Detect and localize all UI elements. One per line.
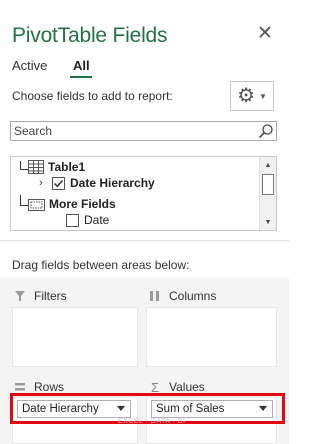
filters-area-header: Filters <box>14 289 67 303</box>
search-field[interactable] <box>10 121 277 141</box>
filters-drop-zone[interactable] <box>12 307 138 367</box>
checkmark-icon <box>53 179 64 187</box>
values-label: Values <box>169 380 205 394</box>
scroll-down-icon[interactable]: ▼ <box>260 215 276 229</box>
date-hierarchy-checkbox[interactable] <box>52 176 65 190</box>
tree-item-table1[interactable]: Table1 <box>28 160 85 174</box>
close-icon[interactable]: ✕ <box>256 24 274 44</box>
field-list-scrollbar[interactable]: ▲ ▼ <box>259 157 276 230</box>
sigma-icon: Σ <box>150 379 160 395</box>
table-name-label: Table1 <box>48 160 86 174</box>
values-area-header: Σ Values <box>149 379 205 395</box>
tree-item-date-hierarchy[interactable]: › Date Hierarchy <box>36 176 155 190</box>
tab-all[interactable]: All <box>73 58 90 73</box>
tree-connector <box>20 205 28 206</box>
scroll-thumb[interactable] <box>262 174 274 195</box>
choose-fields-label: Choose fields to add to report: <box>12 89 173 103</box>
columns-label: Columns <box>169 289 217 303</box>
settings-button[interactable]: ⚙ ▼ <box>230 81 274 111</box>
tree-connector <box>20 161 21 170</box>
columns-icon <box>150 291 159 301</box>
rows-icon <box>15 383 25 391</box>
section-divider <box>0 240 289 241</box>
rows-area-header: Rows <box>14 380 64 394</box>
search-icon[interactable] <box>258 123 274 139</box>
columns-drop-zone[interactable] <box>146 307 277 367</box>
search-input[interactable] <box>11 122 251 140</box>
rows-label: Rows <box>34 380 65 394</box>
pane-title: PivotTable Fields <box>12 24 168 47</box>
tab-active[interactable]: Active <box>12 58 47 73</box>
scroll-up-icon[interactable]: ▲ <box>260 158 276 172</box>
watermark: EXCEL · DATA · BI <box>118 418 186 425</box>
field-label: Date Hierarchy <box>70 176 155 190</box>
tree-item-more-fields[interactable]: More Fields <box>28 197 116 211</box>
field-label: Date <box>84 213 110 227</box>
filter-icon <box>15 291 25 301</box>
field-list[interactable]: Table1 › Date Hierarchy More Fields Date… <box>10 156 277 231</box>
expand-arrow-icon[interactable]: › <box>36 177 46 189</box>
active-tab-indicator <box>70 76 92 78</box>
columns-area-header: Columns <box>149 289 216 303</box>
tree-connector <box>20 169 28 170</box>
gear-icon: ⚙ <box>237 85 255 107</box>
folder-icon <box>28 199 45 211</box>
date-checkbox[interactable] <box>66 213 79 227</box>
table-icon <box>28 160 44 174</box>
chevron-down-icon: ▼ <box>259 91 267 101</box>
filters-label: Filters <box>34 289 67 303</box>
field-label: More Fields <box>49 197 116 211</box>
tree-item-date[interactable]: Date <box>66 213 109 227</box>
drag-fields-label: Drag fields between areas below: <box>12 258 190 272</box>
